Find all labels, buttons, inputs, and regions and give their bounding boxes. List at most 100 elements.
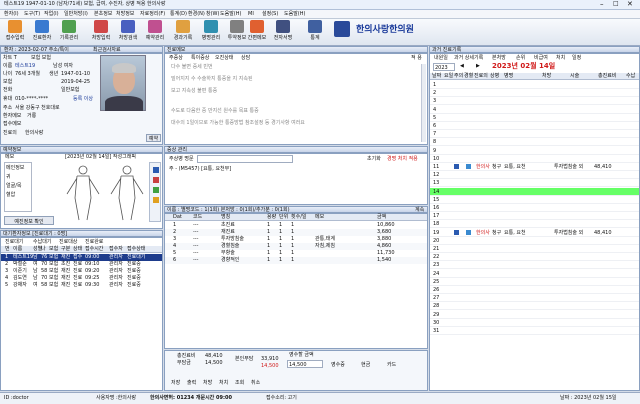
consult-scrollbar[interactable]: [421, 64, 426, 142]
exam-list-item[interactable]: 메인정보: [5, 163, 31, 172]
rx-row[interactable]: 6 --- 경향적인 1 1 1 1,540: [165, 257, 427, 264]
history-tab-nonpay[interactable]: 비급여: [534, 56, 548, 61]
consult-apply-button[interactable]: 적 용: [411, 56, 422, 61]
exam-list-item[interactable]: 혈압: [5, 190, 31, 199]
rx-search-button[interactable]: 처방검색: [115, 20, 141, 44]
chart-value[interactable]: 보험 보험: [31, 56, 51, 61]
pen-icon[interactable]: [153, 167, 159, 173]
menu-stats[interactable]: 통계(D): [170, 12, 187, 17]
history-tab-sched[interactable]: 일정: [572, 56, 581, 61]
queue-tab-target[interactable]: 진료대상: [59, 240, 77, 245]
menu-window[interactable]: 창(W): [206, 12, 219, 17]
history-row[interactable]: 31: [430, 327, 639, 335]
history-row[interactable]: 7: [430, 130, 639, 139]
history-row[interactable]: 12: [430, 171, 639, 180]
print-rx-button[interactable]: 출력: [187, 381, 196, 386]
history-row[interactable]: 27: [430, 294, 639, 303]
menu-settings[interactable]: 설정(S): [262, 12, 278, 17]
queue-row[interactable]: 2 박철순 여 70 보험 초진 진료 09:10 관리자 진료중: [1, 261, 162, 268]
exam-list-memo[interactable]: 메모: [5, 155, 14, 160]
maximize-button[interactable]: □: [613, 1, 619, 7]
rx-row[interactable]: 5 --- 부항술 1 1 1 11,730: [165, 250, 427, 257]
history-row[interactable]: 1: [430, 81, 639, 89]
history-tab-proc[interactable]: 처치: [556, 56, 565, 61]
cancel-rx-button[interactable]: 취소: [251, 381, 260, 386]
disease-button[interactable]: 병명관리: [198, 20, 224, 44]
apply-treat-button[interactable]: 경명 처치 적용: [387, 157, 418, 162]
rx-input-button[interactable]: 처방입력: [88, 20, 114, 44]
rx-row[interactable]: 2 --- 재진료 1 1 1 3,680: [165, 229, 427, 236]
birth-value[interactable]: 1947-01-10: [61, 72, 90, 77]
save-rx-button[interactable]: 저장: [171, 381, 180, 386]
name-value[interactable]: 테스트19: [15, 64, 35, 69]
menu-prescription[interactable]: 일반처방(I): [64, 12, 88, 17]
history-row[interactable]: 6: [430, 122, 639, 130]
history-row[interactable]: 13: [430, 179, 639, 188]
reception-button[interactable]: 접수입력: [2, 20, 28, 44]
history-row[interactable]: 15: [430, 196, 639, 204]
history-row[interactable]: 29: [430, 311, 639, 319]
rx-row[interactable]: 1 --- 초진료 1 1 1 10,860: [165, 222, 427, 229]
prev-month-button[interactable]: ◀: [460, 64, 464, 69]
history-row[interactable]: 25: [430, 278, 639, 286]
queue-tab-done[interactable]: 진료완료: [85, 240, 103, 245]
history-row[interactable]: 3: [430, 97, 639, 106]
queue-tab-wait[interactable]: 진료대기: [5, 240, 23, 245]
consult-tab-main[interactable]: 주증상: [169, 56, 183, 61]
opt-receipt[interactable]: 영수증: [331, 363, 345, 368]
body-chart[interactable]: [61, 164, 151, 224]
addr-value[interactable]: 서울 강동구 천호대로: [15, 106, 60, 111]
queue-row[interactable]: 5 강채자 여 58 보험 재진 진료 09:30 관리자 진료중: [1, 282, 162, 289]
records-button[interactable]: 기록관리: [56, 20, 82, 44]
note-button[interactable]: 예약: [146, 134, 161, 142]
menu-env[interactable]: 환경(N): [188, 12, 205, 17]
exam-list-item[interactable]: 귀: [5, 172, 31, 181]
queue-row[interactable]: 3 이준기 남 58 보험 재진 진료 09:20 관리자 진료중: [1, 268, 162, 275]
history-tab-detail[interactable]: 과거 상세기록: [454, 56, 483, 61]
rx-row[interactable]: 4 --- 경혈침술 1 1 1 자침,제침 4,860: [165, 243, 427, 250]
fix-value[interactable]: 2019-04-25: [61, 80, 90, 85]
close-button[interactable]: ✕: [627, 1, 633, 8]
next-month-button[interactable]: ▶: [476, 64, 480, 69]
tel-value[interactable]: 010-****-****: [15, 97, 48, 102]
patients-button[interactable]: 진료환자: [29, 20, 55, 44]
minimize-button[interactable]: –: [600, 1, 604, 8]
treat-input[interactable]: [197, 155, 293, 163]
history-row[interactable]: 26: [430, 286, 639, 294]
menu-tools[interactable]: 도구(T): [24, 12, 40, 17]
eraser-icon[interactable]: [153, 177, 159, 183]
reservation-button[interactable]: 예약관리: [142, 20, 168, 44]
menu-data[interactable]: 자료정리(F): [140, 12, 165, 17]
history-row[interactable]: 28: [430, 302, 639, 311]
consult-tab-counsel[interactable]: 상담: [241, 56, 250, 61]
history-row[interactable]: 16: [430, 204, 639, 212]
history-row[interactable]: 8: [430, 138, 639, 147]
history-row[interactable]: 23: [430, 261, 639, 270]
stats-button[interactable]: 통계: [302, 20, 328, 44]
history-row[interactable]: 22: [430, 253, 639, 262]
history-row[interactable]: 10: [430, 155, 639, 163]
year-select[interactable]: 2023: [433, 63, 455, 71]
history-entry[interactable]: 한의사 청구 요통, 요천 투자법침술 외 48,410: [430, 163, 639, 171]
exam-confirm-button[interactable]: 예진정보 확인: [4, 216, 54, 225]
progress-button[interactable]: 경과기록: [170, 20, 196, 44]
consult-memo-text[interactable]: 다수 불면 증세 빈번 빌어지지 수 수술하지 통증을 지 지속된 보고 지속성…: [171, 64, 401, 142]
lookup-button[interactable]: 조회: [235, 381, 244, 386]
age-value[interactable]: 76세 3개월: [15, 72, 40, 77]
rx-row[interactable]: 3 --- 투자방침술 1 1 1 관통,태계 3,880: [165, 236, 427, 243]
doctor-value[interactable]: 한의사랑: [25, 131, 43, 136]
menu-work[interactable]: 작업(I): [44, 12, 59, 17]
history-tab-rx[interactable]: 본처방: [492, 56, 506, 61]
menu-rx-info[interactable]: 처방정보: [116, 12, 134, 17]
gender-value[interactable]: 남성 여자: [53, 64, 73, 69]
grade-value[interactable]: 거룡: [27, 114, 36, 119]
history-row[interactable]: 4: [430, 106, 639, 114]
menu-help-right[interactable]: 도움말(H): [284, 12, 305, 17]
consult-tab-special[interactable]: 특이증상: [191, 56, 209, 61]
history-row[interactable]: 30: [430, 319, 639, 327]
menu-help[interactable]: 도움말(H): [220, 12, 241, 17]
history-row[interactable]: 14: [430, 187, 639, 196]
prescribe-button[interactable]: 처방: [203, 381, 212, 386]
memo-button[interactable]: 간편메모: [244, 20, 270, 44]
history-entry[interactable]: 한의사 청구 요통, 요천 투자법침술 외 48,410: [430, 229, 639, 237]
